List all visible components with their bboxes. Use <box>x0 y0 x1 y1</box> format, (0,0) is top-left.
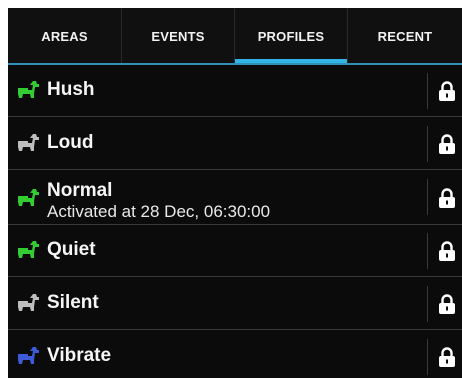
lock-icon[interactable] <box>438 80 456 102</box>
tab-label: EVENTS <box>151 28 205 44</box>
profile-name: Loud <box>47 132 94 153</box>
lock-icon[interactable] <box>438 187 456 209</box>
row-divider <box>427 73 428 109</box>
profile-name: Vibrate <box>47 345 112 366</box>
tab-label: PROFILES <box>257 28 325 44</box>
profile-status: Activated at 28 Dec, 06:30:00 <box>47 202 271 221</box>
gray-animal-icon <box>18 294 39 311</box>
profile-name: Hush <box>47 79 95 100</box>
profile-row-quiet[interactable]: Quiet <box>8 225 462 277</box>
tab-label: RECENT <box>377 28 433 44</box>
profile-row-silent[interactable]: Silent <box>8 278 462 330</box>
tab-label: AREAS <box>41 28 88 44</box>
row-divider <box>427 339 428 375</box>
tab-recent[interactable]: RECENT <box>347 8 462 64</box>
green-animal-icon <box>18 241 39 258</box>
profile-row-loud[interactable]: Loud <box>8 118 462 170</box>
tab-events[interactable]: EVENTS <box>121 8 234 64</box>
blue-animal-icon <box>18 347 39 364</box>
green-animal-icon <box>18 81 39 98</box>
profile-name: Silent <box>47 292 99 313</box>
tab-profiles[interactable]: PROFILES <box>234 8 347 64</box>
profile-name: Normal <box>47 180 113 201</box>
row-divider <box>427 286 428 322</box>
tab-bar: AREAS EVENTS PROFILES RECENT <box>8 8 462 65</box>
lock-icon[interactable] <box>438 133 456 155</box>
profile-row-vibrate[interactable]: Vibrate <box>8 331 462 378</box>
row-divider <box>427 126 428 162</box>
profile-name: Quiet <box>47 239 96 260</box>
gray-animal-icon <box>18 134 39 151</box>
lock-icon[interactable] <box>438 346 456 368</box>
app-screen: AREAS EVENTS PROFILES RECENT Hush Loud N… <box>8 8 462 378</box>
tab-areas[interactable]: AREAS <box>8 8 121 64</box>
profile-row-normal[interactable]: Normal Activated at 28 Dec, 06:30:00 <box>8 171 462 225</box>
row-divider <box>427 233 428 269</box>
row-divider <box>427 179 428 215</box>
lock-icon[interactable] <box>438 240 456 262</box>
lock-icon[interactable] <box>438 293 456 315</box>
green-animal-icon <box>18 189 39 206</box>
profile-row-hush[interactable]: Hush <box>8 65 462 117</box>
